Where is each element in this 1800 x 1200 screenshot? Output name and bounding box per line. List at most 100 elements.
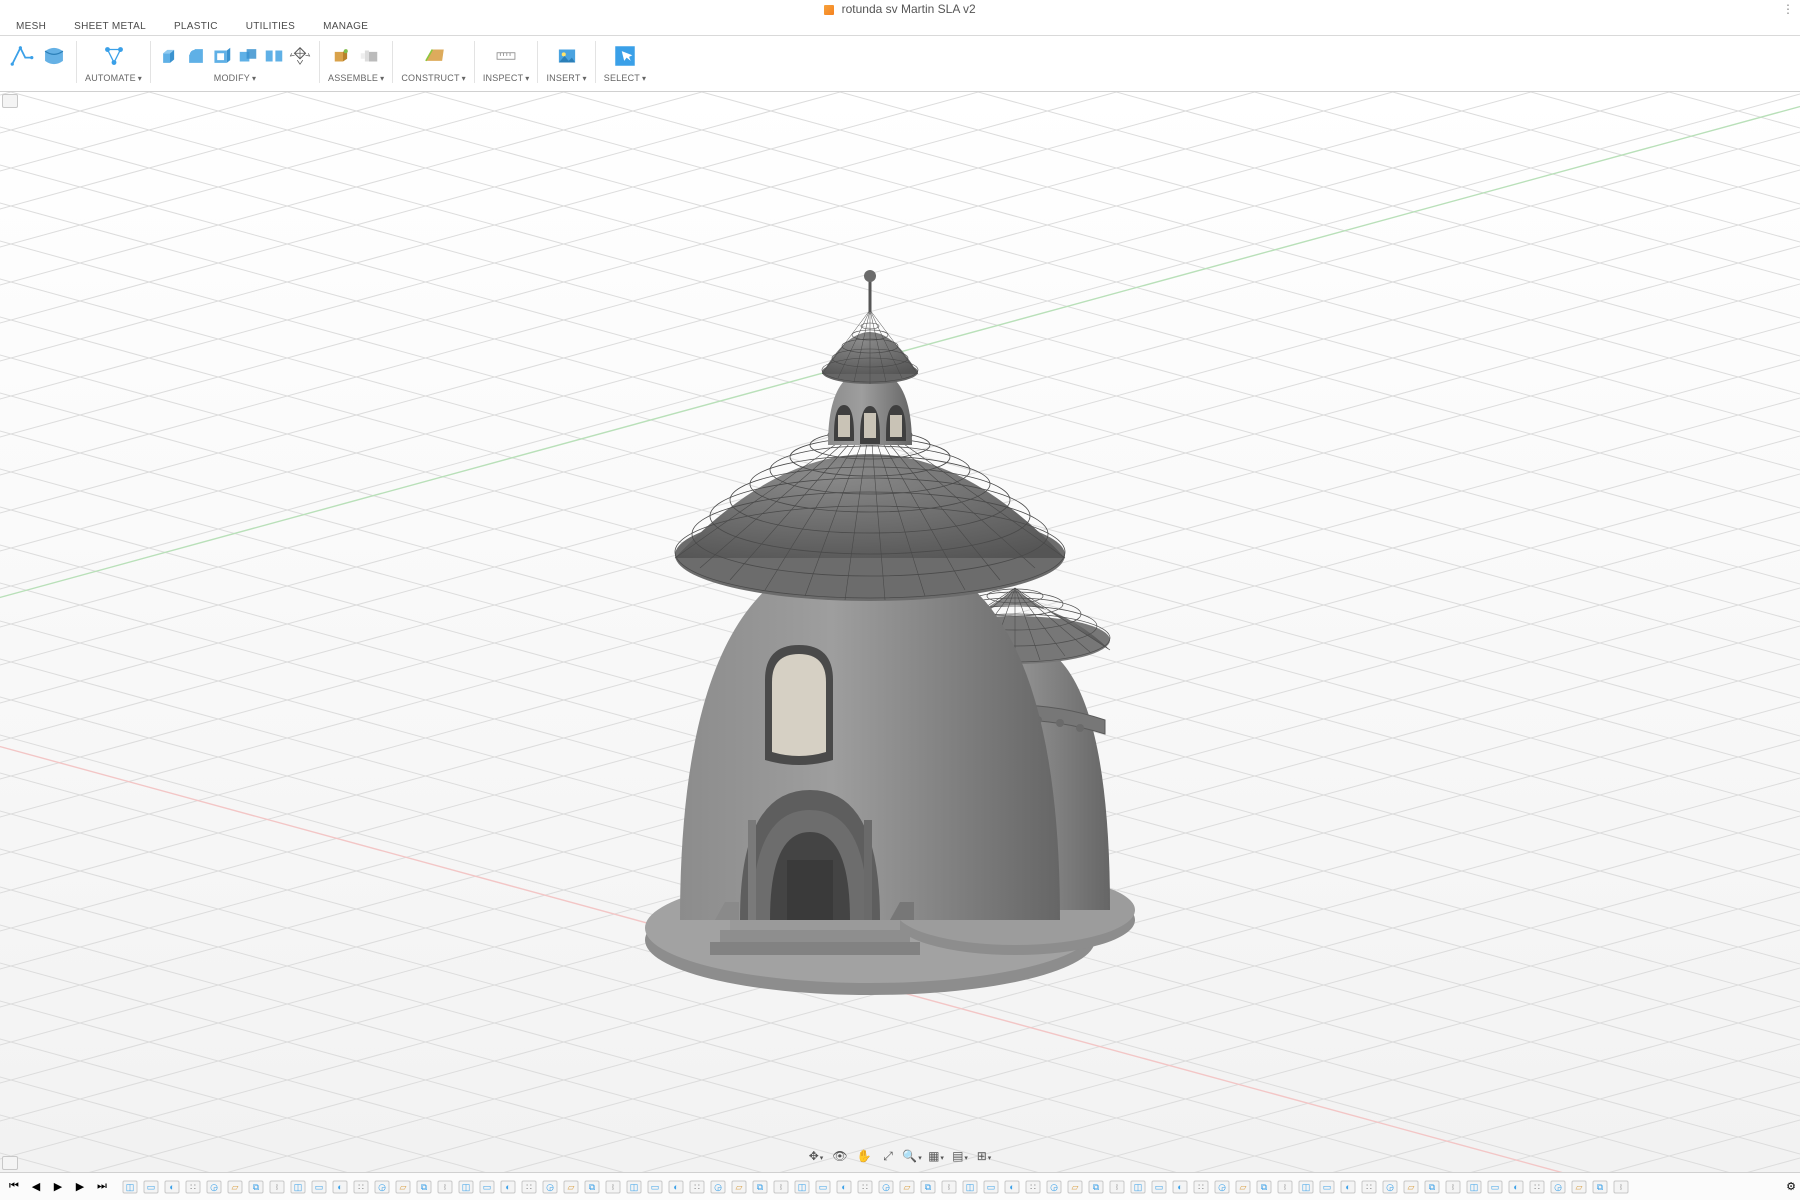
timeline-feature[interactable]: ◫ — [960, 1177, 980, 1197]
timeline-feature[interactable]: ◶ — [708, 1177, 728, 1197]
joint-button[interactable] — [332, 42, 354, 70]
timeline-play-button[interactable]: ▶ — [48, 1177, 68, 1197]
timeline-feature[interactable]: ◐ — [1170, 1177, 1190, 1197]
timeline-feature[interactable]: ◫ — [624, 1177, 644, 1197]
timeline-feature[interactable]: ▱ — [1401, 1177, 1421, 1197]
timeline-feature[interactable]: ∷ — [183, 1177, 203, 1197]
display-settings-button[interactable]: ▦ — [927, 1148, 945, 1164]
timeline-feature[interactable]: ▱ — [225, 1177, 245, 1197]
timeline-feature[interactable]: ◐ — [666, 1177, 686, 1197]
timeline-feature[interactable]: ⧉ — [246, 1177, 266, 1197]
timeline-feature[interactable]: ◐ — [1338, 1177, 1358, 1197]
dropdown-caret-icon[interactable] — [640, 73, 646, 83]
timeline-feature[interactable]: ⧉ — [918, 1177, 938, 1197]
timeline-feature[interactable]: ⧙ — [1611, 1177, 1631, 1197]
timeline-next-button[interactable]: ▶ — [70, 1177, 90, 1197]
timeline-feature[interactable]: ⧙ — [267, 1177, 287, 1197]
automate-button[interactable] — [100, 42, 128, 70]
timeline-end-button[interactable]: ⏭ — [92, 1177, 112, 1197]
timeline-feature[interactable]: ▭ — [1149, 1177, 1169, 1197]
press-pull-button[interactable] — [159, 42, 181, 70]
shell-button[interactable] — [211, 42, 233, 70]
timeline-feature[interactable]: ▭ — [1485, 1177, 1505, 1197]
pan-button[interactable]: ✋ — [855, 1148, 873, 1164]
timeline-prev-button[interactable]: ◀ — [26, 1177, 46, 1197]
timeline-feature[interactable]: ▭ — [477, 1177, 497, 1197]
insert-button[interactable] — [553, 42, 581, 70]
timeline-feature[interactable]: ◶ — [1548, 1177, 1568, 1197]
combine-button[interactable] — [237, 42, 259, 70]
timeline-feature[interactable]: ⧉ — [582, 1177, 602, 1197]
timeline-feature[interactable]: ◐ — [330, 1177, 350, 1197]
timeline-feature[interactable]: ⧙ — [1107, 1177, 1127, 1197]
dropdown-caret-icon[interactable] — [460, 73, 466, 83]
dropdown-caret-icon[interactable] — [523, 73, 529, 83]
timeline-feature[interactable]: ⧙ — [1275, 1177, 1295, 1197]
timeline-feature[interactable]: ◐ — [834, 1177, 854, 1197]
timeline-feature[interactable]: ▭ — [309, 1177, 329, 1197]
look-button[interactable]: 👁 — [831, 1148, 849, 1164]
timeline-feature[interactable]: ∷ — [1023, 1177, 1043, 1197]
timeline-feature[interactable]: ⧙ — [939, 1177, 959, 1197]
timeline-feature[interactable]: ◫ — [120, 1177, 140, 1197]
timeline-feature[interactable]: ⧉ — [414, 1177, 434, 1197]
create-sketch-button[interactable] — [8, 42, 36, 70]
timeline-feature[interactable]: ▱ — [1233, 1177, 1253, 1197]
dropdown-caret-icon[interactable] — [250, 73, 256, 83]
timeline-feature[interactable]: ⧉ — [1254, 1177, 1274, 1197]
timeline-feature[interactable]: ◐ — [162, 1177, 182, 1197]
timeline-feature[interactable]: ⧉ — [750, 1177, 770, 1197]
tab-sheet-metal[interactable]: SHEET METAL — [74, 18, 146, 35]
timeline-feature[interactable]: ◶ — [876, 1177, 896, 1197]
split-button[interactable] — [263, 42, 285, 70]
timeline-feature[interactable]: ∷ — [1527, 1177, 1547, 1197]
measure-button[interactable] — [492, 42, 520, 70]
tab-plastic[interactable]: PLASTIC — [174, 18, 218, 35]
browser-panel-toggle[interactable] — [2, 94, 18, 108]
rigid-group-button[interactable] — [358, 42, 380, 70]
timeline-feature[interactable]: ◶ — [204, 1177, 224, 1197]
timeline-feature[interactable]: ⧙ — [435, 1177, 455, 1197]
timeline-feature[interactable]: ◶ — [1380, 1177, 1400, 1197]
timeline-feature[interactable]: ◐ — [1002, 1177, 1022, 1197]
comments-panel-toggle[interactable] — [2, 1156, 18, 1170]
timeline-feature[interactable]: ⧙ — [771, 1177, 791, 1197]
timeline-feature[interactable]: ▱ — [729, 1177, 749, 1197]
draft-button[interactable] — [289, 42, 311, 70]
timeline-feature[interactable]: ▱ — [1569, 1177, 1589, 1197]
grid-settings-button[interactable]: ▤ — [951, 1148, 969, 1164]
timeline-feature[interactable]: ▱ — [393, 1177, 413, 1197]
select-button[interactable] — [611, 42, 639, 70]
timeline-feature[interactable]: ▭ — [813, 1177, 833, 1197]
window-control[interactable]: ⋮ — [1782, 0, 1794, 18]
timeline-feature[interactable]: ◶ — [1044, 1177, 1064, 1197]
tab-utilities[interactable]: UTILITIES — [246, 18, 295, 35]
timeline-feature[interactable]: ▱ — [561, 1177, 581, 1197]
timeline-feature[interactable]: ◶ — [1212, 1177, 1232, 1197]
timeline-feature[interactable]: ▱ — [1065, 1177, 1085, 1197]
timeline-feature[interactable]: ▭ — [981, 1177, 1001, 1197]
timeline-feature[interactable]: ◫ — [1296, 1177, 1316, 1197]
tab-mesh[interactable]: MESH — [16, 18, 46, 35]
timeline-feature[interactable]: ◐ — [1506, 1177, 1526, 1197]
timeline-feature[interactable]: ▭ — [141, 1177, 161, 1197]
timeline-feature[interactable]: ∷ — [1191, 1177, 1211, 1197]
timeline-feature[interactable]: ◫ — [792, 1177, 812, 1197]
dropdown-caret-icon[interactable] — [136, 73, 142, 83]
timeline-settings-button[interactable]: ⚙ — [1786, 1180, 1796, 1193]
timeline-feature[interactable]: ⧙ — [603, 1177, 623, 1197]
fillet-button[interactable] — [185, 42, 207, 70]
timeline-feature[interactable]: ◐ — [498, 1177, 518, 1197]
zoom-menu-button[interactable]: 🔍 — [903, 1148, 921, 1164]
tab-manage[interactable]: MANAGE — [323, 18, 368, 35]
zoom-button[interactable]: ⤢ — [879, 1148, 897, 1164]
viewport-3d[interactable]: ✥ 👁 ✋ ⤢ 🔍 ▦ ▤ ⊞ — [0, 92, 1800, 1172]
timeline-feature[interactable]: ▱ — [897, 1177, 917, 1197]
timeline-start-button[interactable]: ⏮ — [4, 1177, 24, 1197]
timeline-feature[interactable]: ◫ — [1128, 1177, 1148, 1197]
timeline-feature[interactable]: ∷ — [519, 1177, 539, 1197]
plane-button[interactable] — [420, 42, 448, 70]
dropdown-caret-icon[interactable] — [378, 73, 384, 83]
timeline-feature[interactable]: ∷ — [855, 1177, 875, 1197]
orbit-button[interactable]: ✥ — [807, 1148, 825, 1164]
